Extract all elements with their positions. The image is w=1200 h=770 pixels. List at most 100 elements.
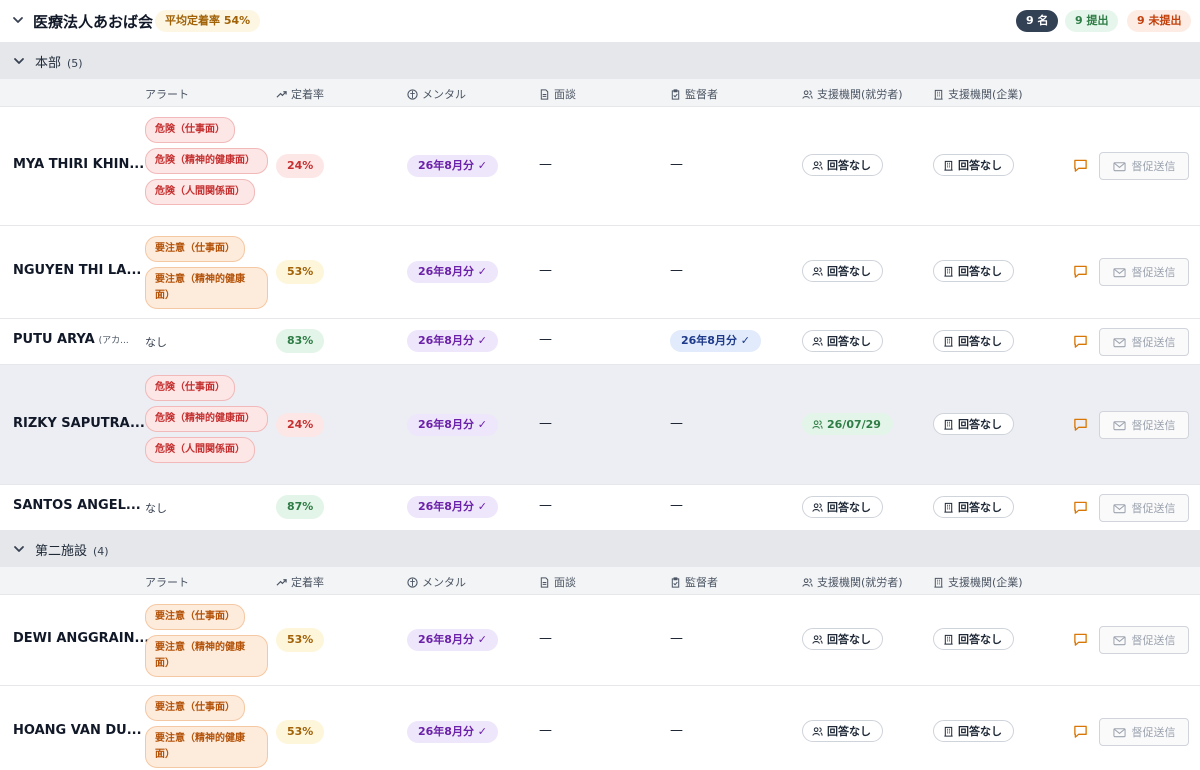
alert-list: 要注意（仕事面） 要注意（精神的健康面） — [145, 695, 268, 768]
mental-badge[interactable]: 26年8月分 ✓ — [407, 155, 499, 177]
chevron-down-icon[interactable] — [13, 543, 25, 555]
interview-value: — — [539, 263, 552, 278]
mail-icon — [1112, 420, 1126, 430]
clipboard-icon — [671, 88, 680, 100]
remind-button[interactable]: 督促送信 — [1099, 152, 1189, 180]
alert-tag: 危険（仕事面） — [145, 375, 235, 401]
chat-icon[interactable] — [1073, 417, 1088, 432]
chevron-down-icon[interactable] — [12, 14, 24, 26]
users-icon — [812, 419, 823, 429]
retention-badge: 53% — [276, 628, 325, 652]
mental-badge[interactable]: 26年8月分 ✓ — [407, 261, 499, 283]
column-header: アラート 定着率 メンタル 面談 監督者 支援機関(就労者) 支援機関(企業) — [0, 79, 1200, 107]
support-worker-button[interactable]: 回答なし — [802, 154, 883, 176]
remind-button[interactable]: 督促送信 — [1099, 328, 1189, 356]
users-icon — [812, 160, 823, 170]
chat-icon[interactable] — [1073, 632, 1088, 647]
group-header-honbu[interactable]: 本部 (5) — [0, 43, 1200, 79]
supervisor-badge[interactable]: 26年8月分 ✓ — [670, 330, 762, 352]
col-supervisor: 監督者 — [670, 86, 718, 102]
table-row[interactable]: PUTU ARYA (アカ... なし 83% 26年8月分 ✓ — 26年8月分… — [0, 319, 1200, 365]
employee-name[interactable]: NGUYEN THI LA... — [13, 263, 141, 278]
table-row[interactable]: HOANG VAN DU... 要注意（仕事面） 要注意（精神的健康面） 53%… — [0, 686, 1200, 770]
support-company-button[interactable]: 回答なし — [933, 154, 1014, 176]
chat-icon[interactable] — [1073, 724, 1088, 739]
mental-icon — [407, 88, 418, 100]
users-icon — [812, 266, 823, 276]
retention-badge: 53% — [276, 260, 325, 284]
users-icon — [812, 502, 823, 512]
remind-button[interactable]: 督促送信 — [1099, 626, 1189, 654]
alert-list: 要注意（仕事面） 要注意（精神的健康面） — [145, 604, 268, 677]
support-worker-button[interactable]: 回答なし — [802, 496, 883, 518]
employee-name-sub: (アカ... — [98, 336, 129, 346]
org-header[interactable]: 医療法人あおば会 平均定着率 54% 9 名 9 提出 9 未提出 — [0, 0, 1200, 43]
building-icon — [944, 419, 953, 430]
support-worker-button[interactable]: 回答なし — [802, 628, 883, 650]
col-alert: アラート — [145, 576, 189, 589]
remind-button[interactable]: 督促送信 — [1099, 258, 1189, 286]
table-row[interactable]: DEWI ANGGRAIN... 要注意（仕事面） 要注意（精神的健康面） 53… — [0, 595, 1200, 686]
support-company-button[interactable]: 回答なし — [933, 330, 1014, 352]
group-count: (4) — [93, 545, 109, 558]
submitted-count-badge: 9 提出 — [1065, 10, 1119, 32]
table-row[interactable]: SANTOS ANGEL... なし 87% 26年8月分 ✓ — — 回答なし… — [0, 485, 1200, 531]
chat-icon[interactable] — [1073, 500, 1088, 515]
supervisor-value: — — [670, 263, 683, 278]
retention-badge: 53% — [276, 720, 325, 744]
support-worker-button[interactable]: 回答なし — [802, 720, 883, 742]
mental-badge[interactable]: 26年8月分 ✓ — [407, 629, 499, 651]
mental-badge[interactable]: 26年8月分 ✓ — [407, 721, 499, 743]
table-row[interactable]: NGUYEN THI LA... 要注意（仕事面） 要注意（精神的健康面） 53… — [0, 226, 1200, 319]
group-header-dainishisetsu[interactable]: 第二施設 (4) — [0, 531, 1200, 567]
alert-tag: 危険（仕事面） — [145, 117, 235, 143]
trend-up-icon — [276, 90, 287, 98]
supervisor-value: — — [670, 631, 683, 646]
users-icon — [812, 726, 823, 736]
alert-none: なし — [145, 502, 167, 515]
chat-icon[interactable] — [1073, 334, 1088, 349]
clipboard-icon — [671, 576, 680, 588]
building-icon — [944, 336, 953, 347]
employee-name[interactable]: MYA THIRI KHIN... — [13, 157, 144, 172]
remind-button[interactable]: 督促送信 — [1099, 494, 1189, 522]
retention-badge: 87% — [276, 495, 325, 519]
unsubmitted-count-badge: 9 未提出 — [1127, 10, 1192, 32]
alert-tag: 危険（人間関係面） — [145, 179, 255, 205]
support-company-button[interactable]: 回答なし — [933, 413, 1014, 435]
col-support-worker: 支援機関(就労者) — [802, 574, 903, 590]
building-icon — [944, 266, 953, 277]
mental-badge[interactable]: 26年8月分 ✓ — [407, 496, 499, 518]
support-company-button[interactable]: 回答なし — [933, 628, 1014, 650]
employee-name[interactable]: PUTU ARYA (アカ... — [13, 332, 129, 347]
alert-tag: 要注意（仕事面） — [145, 236, 245, 262]
chat-icon[interactable] — [1073, 264, 1088, 279]
remind-button[interactable]: 督促送信 — [1099, 718, 1189, 746]
mental-badge[interactable]: 26年8月分 ✓ — [407, 414, 499, 436]
support-company-button[interactable]: 回答なし — [933, 496, 1014, 518]
support-company-button[interactable]: 回答なし — [933, 720, 1014, 742]
chevron-down-icon[interactable] — [13, 55, 25, 67]
alert-tag: 危険（精神的健康面） — [145, 148, 268, 174]
users-icon — [802, 89, 813, 99]
table-row[interactable]: RIZKY SAPUTRA... 危険（仕事面） 危険（精神的健康面） 危険（人… — [0, 365, 1200, 485]
table-row[interactable]: MYA THIRI KHIN... 危険（仕事面） 危険（精神的健康面） 危険（… — [0, 107, 1200, 226]
mail-icon — [1112, 503, 1126, 513]
alert-tag: 危険（精神的健康面） — [145, 406, 268, 432]
org-title: 医療法人あおば会 — [33, 13, 154, 31]
employee-name[interactable]: SANTOS ANGEL... — [13, 498, 141, 513]
alert-list: 危険（仕事面） 危険（精神的健康面） 危険（人間関係面） — [145, 375, 268, 463]
mail-icon — [1112, 727, 1126, 737]
support-worker-button[interactable]: 回答なし — [802, 330, 883, 352]
column-header: アラート 定着率 メンタル 面談 監督者 支援機関(就労者) 支援機関(企業) — [0, 567, 1200, 595]
employee-name[interactable]: RIZKY SAPUTRA... — [13, 416, 145, 431]
support-worker-date-badge[interactable]: 26/07/29 — [802, 413, 893, 435]
remind-button[interactable]: 督促送信 — [1099, 411, 1189, 439]
employee-name[interactable]: HOANG VAN DU... — [13, 723, 142, 738]
mental-badge[interactable]: 26年8月分 ✓ — [407, 330, 499, 352]
support-company-button[interactable]: 回答なし — [933, 260, 1014, 282]
support-worker-button[interactable]: 回答なし — [802, 260, 883, 282]
alert-tag: 要注意（仕事面） — [145, 695, 245, 721]
employee-name[interactable]: DEWI ANGGRAIN... — [13, 631, 149, 646]
chat-icon[interactable] — [1073, 158, 1088, 173]
